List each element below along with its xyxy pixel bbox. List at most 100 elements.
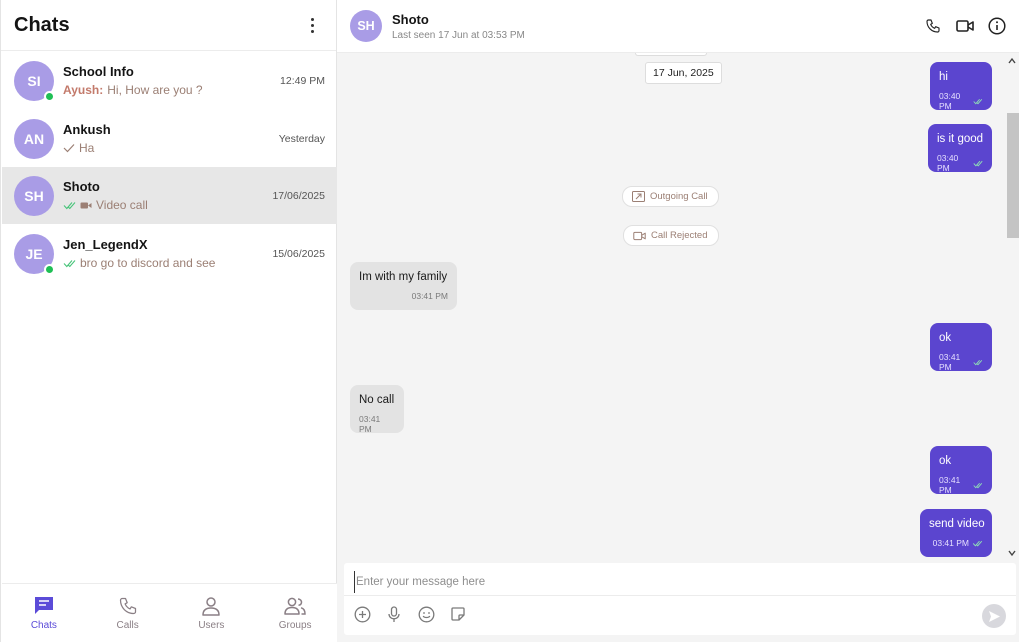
message-scrollbar[interactable]: [1005, 53, 1019, 559]
message-time: 03:40 PM: [939, 91, 961, 111]
message-meta: 03:41 PM: [359, 414, 395, 434]
video-camera-icon: [633, 231, 646, 240]
message-time: 03:41 PM: [932, 538, 969, 548]
sidebar-title: Chats: [14, 13, 70, 36]
sidebar-header: Chats: [1, 0, 336, 51]
chat-time: 15/06/2025: [272, 247, 325, 260]
contact-info-button[interactable]: [988, 17, 1006, 35]
online-status-dot: [44, 90, 55, 102]
double-check-icon: [973, 98, 983, 104]
contact-avatar[interactable]: SH: [350, 10, 382, 42]
message-time: 03:41 PM: [411, 291, 448, 301]
emoji-button[interactable]: [417, 605, 435, 623]
message-text: hi: [939, 71, 948, 83]
message-time: 03:41 PM: [359, 414, 381, 434]
message-bubble-outgoing[interactable]: hi 03:40 PM: [930, 62, 992, 111]
call-event-text: Call Rejected: [651, 230, 708, 241]
video-call-button[interactable]: [956, 17, 974, 35]
chat-name: Jen_LegendX: [63, 237, 148, 252]
chat-item-body: Jen_LegendX bro go to discord and see: [63, 237, 264, 270]
chat-item-school-info[interactable]: SI School Info Ayush: Hi, How are you ? …: [2, 52, 337, 109]
chat-item-shoto[interactable]: SH Shoto Video call 17/06/2025: [2, 167, 337, 224]
avatar: SI: [14, 60, 55, 102]
send-button[interactable]: [982, 604, 1006, 628]
voice-call-button[interactable]: [924, 17, 942, 35]
message-text: ok: [939, 455, 952, 467]
emoji-icon: [418, 606, 434, 622]
video-camera-icon: [956, 20, 974, 32]
scroll-down-arrow-icon[interactable]: [1008, 549, 1016, 557]
message-bubble-outgoing[interactable]: is it good 03:40 PM: [928, 124, 992, 173]
message-time: 03:40 PM: [937, 153, 959, 173]
voice-record-button[interactable]: [385, 605, 403, 623]
send-icon: [988, 610, 1000, 622]
message-bubble-outgoing[interactable]: send video 03:41 PM: [920, 509, 992, 557]
phone-icon: [119, 597, 136, 614]
message-bubble-incoming[interactable]: Im with my family 03:41 PM: [350, 262, 457, 310]
chat-time: 17/06/2025: [272, 189, 325, 202]
avatar-initials: SI: [27, 72, 41, 89]
composer-divider: [344, 595, 1016, 596]
avatar-initials: SH: [357, 19, 375, 33]
chat-time: 12:49 PM: [280, 74, 325, 87]
message-composer: [344, 563, 1016, 635]
message-bubble-outgoing[interactable]: ok 03:41 PM: [930, 323, 992, 372]
attach-button[interactable]: [353, 605, 371, 623]
message-input[interactable]: [354, 571, 1004, 593]
single-check-icon: [63, 144, 75, 153]
online-status-dot: [44, 263, 55, 275]
call-event-rejected: Call Rejected: [623, 225, 719, 246]
nav-label: Groups: [278, 619, 312, 631]
last-seen-status: Last seen 17 Jun at 03:53 PM: [392, 29, 525, 41]
avatar: SH: [14, 175, 54, 216]
message-meta: 03:41 PM: [939, 352, 983, 372]
group-icon: [284, 597, 306, 615]
preview-text: Video call: [96, 198, 148, 212]
preview-sender: Ayush:: [63, 83, 104, 97]
message-meta: 03:41 PM: [939, 475, 983, 495]
chat-name: School Info: [63, 64, 134, 79]
message-text: No call: [359, 394, 395, 406]
nav-chats[interactable]: Chats: [2, 584, 86, 642]
chat-name: Shoto: [63, 179, 100, 194]
chat-item-ankush[interactable]: AN Ankush Ha Yesterday: [2, 110, 337, 167]
double-check-icon: [63, 201, 76, 209]
avatar-initials: AN: [23, 130, 45, 147]
contact-info[interactable]: Shoto Last seen 17 Jun at 03:53 PM: [392, 12, 924, 41]
header-actions: [924, 17, 1006, 35]
message-time: 03:41 PM: [939, 352, 961, 372]
double-check-icon: [973, 160, 983, 166]
message-text: send video: [929, 518, 985, 530]
message-bubble-incoming[interactable]: No call 03:41 PM: [350, 385, 404, 434]
chat-header: SH Shoto Last seen 17 Jun at 03:53 PM: [337, 0, 1019, 53]
message-list: 17 Jun, 2025 hi 03:40 PM is it good 03:4…: [337, 53, 1005, 559]
message-meta: 03:41 PM: [929, 538, 983, 548]
chat-time: Yesterday: [278, 132, 325, 145]
double-check-icon: [972, 540, 983, 547]
double-check-icon: [63, 259, 76, 267]
chat-preview: Video call: [63, 198, 264, 212]
chat-preview: Ayush: Hi, How are you ?: [63, 83, 272, 97]
microphone-icon: [388, 605, 400, 622]
chat-bubble-icon: [34, 596, 53, 614]
bottom-navigation: Chats Calls Users Groups: [2, 583, 337, 642]
nav-groups[interactable]: Groups: [253, 584, 337, 642]
message-meta: 03:40 PM: [939, 91, 983, 111]
nav-label: Users: [198, 619, 225, 631]
nav-users[interactable]: Users: [170, 584, 254, 642]
preview-text: Ha: [79, 141, 95, 155]
message-text: is it good: [937, 133, 984, 145]
message-text: Im with my family: [359, 271, 448, 283]
sticker-button[interactable]: [449, 605, 467, 623]
avatar-initials: JE: [25, 245, 43, 262]
scrollbar-thumb[interactable]: [1007, 113, 1019, 238]
info-icon: [988, 17, 1006, 35]
avatar: AN: [14, 118, 54, 159]
more-options-icon[interactable]: [302, 13, 322, 37]
nav-calls[interactable]: Calls: [86, 584, 170, 642]
message-meta: 03:40 PM: [937, 153, 983, 173]
chat-item-jen-legendx[interactable]: JE Jen_LegendX bro go to discord and see…: [2, 225, 337, 282]
scroll-up-arrow-icon[interactable]: [1008, 57, 1016, 65]
message-bubble-outgoing[interactable]: ok 03:41 PM: [930, 446, 992, 495]
call-event-outgoing: Outgoing Call: [622, 186, 719, 207]
